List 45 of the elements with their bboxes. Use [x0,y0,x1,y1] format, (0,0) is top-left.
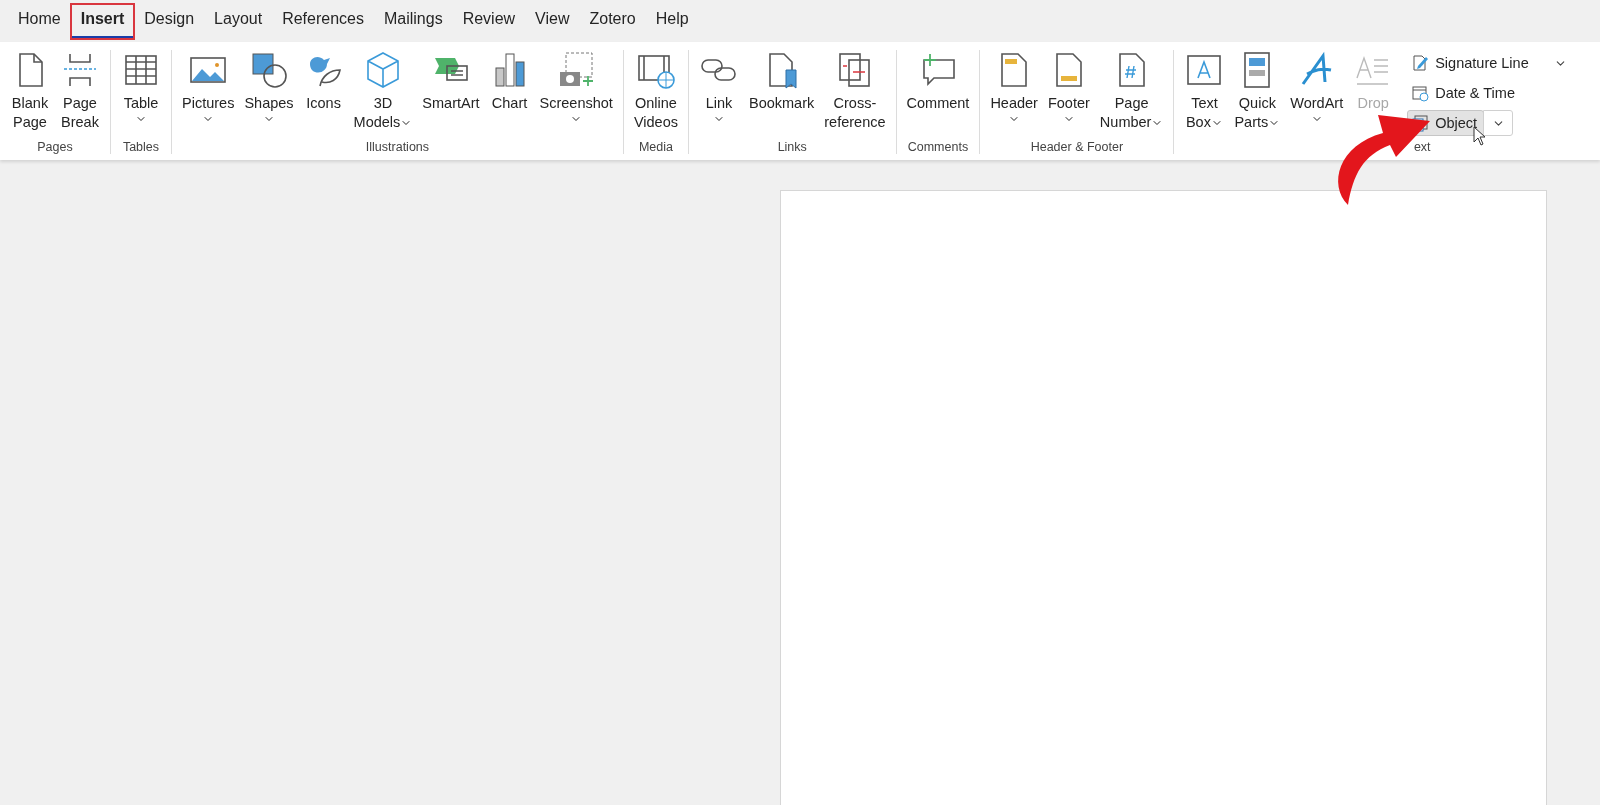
ribbon-button[interactable]: Link [694,50,743,125]
ribbon-button[interactable]: Header [986,50,1042,125]
signature-icon [1411,54,1430,72]
shapes-icon [249,50,289,90]
ribbon-button[interactable]: Screenshot [535,50,617,125]
ribbon-tab[interactable]: Zotero [579,3,646,39]
ribbon-button[interactable]: SmartArt [418,50,484,113]
ribbon-tab[interactable]: Help [645,3,699,39]
ribbon-small-button[interactable]: Signature Line [1407,50,1536,76]
ribbon-button[interactable]: Bookmark [744,50,819,113]
ribbon-tab[interactable]: View [525,3,580,39]
ribbon-button[interactable]: Icons [299,50,348,113]
ribbon-tab[interactable]: Layout [204,3,273,39]
group-label: Header & Footer [1029,139,1125,154]
dropdown-button[interactable] [1483,110,1514,136]
group-label: Pages [36,139,74,154]
ribbon-tab[interactable]: Review [452,3,526,39]
calendar-icon [1411,84,1430,102]
ribbon-button[interactable]: Pictures [178,50,239,125]
ribbon-tab[interactable]: Home [8,3,71,39]
ribbon-button[interactable]: Text Box [1180,50,1229,132]
ribbon-button[interactable]: Online Videos [629,50,682,132]
ribbon-button[interactable]: 3D Models [349,50,417,132]
ribbon-button[interactable]: Blank Page [6,50,54,132]
ribbon-button[interactable]: Page Number [1095,50,1168,132]
ribbon-button[interactable]: Table [117,50,165,125]
ribbon-small-button[interactable]: Date & Time [1407,80,1522,106]
ribbon-button[interactable]: Chart [485,50,534,113]
group-label: Links [776,139,808,154]
ribbon-button[interactable]: Quick Parts [1230,50,1285,132]
ribbon-tab[interactable]: References [272,3,374,39]
group-label: Tables [121,139,161,154]
group-label: ext [1412,139,1432,154]
ribbon-button[interactable]: WordArt [1286,50,1348,125]
ribbon-button[interactable]: Footer [1043,50,1094,125]
ribbon-tab[interactable]: Insert [70,3,135,39]
ribbon-button[interactable]: Shapes [240,50,298,125]
ribbon-button[interactable]: Page Break [56,50,104,132]
group-label: Illustrations [364,139,431,154]
group-label: Comments [906,139,970,154]
ribbon-button[interactable]: Cross- reference [820,50,890,132]
ribbon-button[interactable]: Comment [902,50,974,113]
ribbon-tab[interactable]: Design [134,3,205,39]
ribbon-tab[interactable]: Mailings [373,3,453,39]
group-label: Media [637,139,674,154]
